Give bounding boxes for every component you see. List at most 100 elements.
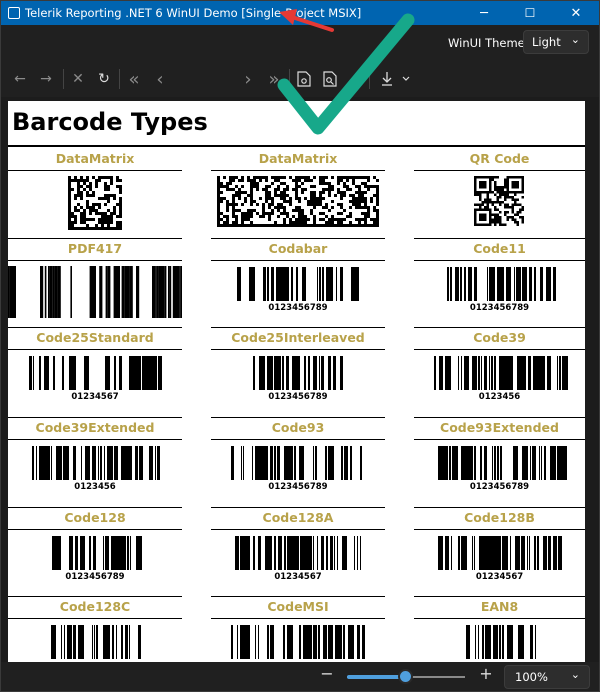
first-page-icon[interactable]: « — [123, 68, 145, 90]
barcode-graphic — [32, 446, 160, 480]
barcode-type-name: CodeMSI — [267, 599, 329, 614]
zoom-dropdown[interactable]: 100% ⌄ — [504, 665, 590, 689]
toolbar-divider — [289, 69, 290, 89]
barcode-type-name: PDF417 — [67, 241, 123, 256]
barcode-type-name: Code25Interleaved — [231, 330, 365, 345]
last-page-icon[interactable]: » — [263, 68, 285, 90]
refresh-icon[interactable]: ↻ — [93, 68, 115, 90]
barcode-caption: 0123456789 — [65, 572, 125, 582]
cell-divider — [414, 529, 585, 530]
cell-divider — [211, 170, 385, 171]
toolbar-divider — [63, 69, 64, 89]
cell-divider — [8, 507, 182, 508]
next-page-icon[interactable]: › — [237, 68, 259, 90]
page-setup-icon[interactable] — [319, 68, 341, 90]
cell-divider — [414, 507, 585, 508]
toolbar-divider — [369, 69, 370, 89]
barcode-type-name: QR Code — [469, 151, 530, 166]
report-page: Barcode Types DataMatrix DataMatrix QR Cod… — [8, 101, 585, 662]
window-title: Telerik Reporting .NET 6 WinUI Demo [Sin… — [25, 6, 362, 20]
title-bar[interactable]: Telerik Reporting .NET 6 WinUI Demo [Sin… — [1, 1, 599, 25]
barcode-graphic — [231, 625, 365, 659]
zoom-value: 100% — [515, 670, 548, 684]
barcode-type-name: Code11 — [473, 241, 526, 256]
cell-divider — [414, 260, 585, 261]
app-icon — [8, 7, 20, 19]
barcode-caption: 01234567 — [274, 572, 322, 582]
barcode-caption: 0123456789 — [469, 303, 530, 313]
cell-divider — [8, 170, 182, 171]
zoom-slider-thumb[interactable] — [398, 669, 413, 684]
cell-divider — [211, 439, 385, 440]
cell-divider — [414, 618, 585, 619]
barcode-type-name: Code128A — [262, 510, 334, 525]
barcode-caption: 0123456789 — [469, 482, 530, 492]
cell-divider — [211, 529, 385, 530]
barcode-graphic — [438, 446, 567, 480]
cell-divider — [211, 596, 385, 597]
barcode-graphic — [68, 176, 122, 230]
toolbar-divider — [119, 69, 120, 89]
barcode-graphic — [434, 356, 568, 390]
barcode-graphic — [231, 446, 362, 480]
barcode-type-name: DataMatrix — [55, 151, 135, 166]
cell-divider — [211, 417, 385, 418]
print-preview-icon[interactable] — [293, 68, 315, 90]
chevron-down-icon: ⌄ — [570, 668, 580, 681]
barcode-type-name: Code39 — [473, 330, 526, 345]
barcode-caption: 0123456789 — [268, 303, 328, 313]
barcode-type-name: Code128C — [59, 599, 131, 614]
barcode-graphic — [474, 176, 524, 226]
barcode-type-name: Code128 — [64, 510, 126, 525]
barcode-type-name: Codabar — [268, 241, 328, 256]
barcode-type-name: Code93 — [271, 420, 325, 435]
cell-divider — [414, 349, 585, 350]
cell-divider — [8, 349, 182, 350]
export-icon[interactable] — [377, 68, 415, 90]
zoom-out-button[interactable]: − — [318, 664, 336, 683]
previous-page-icon[interactable]: ‹ — [149, 68, 171, 90]
chevron-down-icon: ⌄ — [570, 33, 580, 46]
cell-divider — [8, 596, 182, 597]
report-viewport[interactable]: Barcode Types DataMatrix DataMatrix QR Cod… — [1, 97, 599, 662]
cell-divider — [414, 596, 585, 597]
barcode-type-name: Code25Standard — [36, 330, 154, 345]
maximize-button[interactable]: ☐ — [507, 1, 553, 25]
barcode-type-name: Code39Extended — [35, 420, 155, 435]
cell-divider — [414, 170, 585, 171]
cell-divider — [8, 417, 182, 418]
app-bar: WinUI Theme Light ⌄ — [1, 25, 599, 61]
report-toolbar: ← → ✕ ↻ « ‹ 1 / 1 › » — [1, 61, 599, 149]
zoom-in-button[interactable]: + — [477, 664, 495, 683]
cell-divider — [211, 349, 385, 350]
cell-divider — [414, 439, 585, 440]
cell-divider — [8, 238, 182, 239]
cell-divider — [414, 417, 585, 418]
cell-divider — [211, 327, 385, 328]
barcode-graphic — [51, 625, 141, 659]
barcode-type-name: Code93Extended — [440, 420, 559, 435]
minimize-button[interactable]: ─ — [461, 1, 507, 25]
barcode-caption: 0123456 — [74, 482, 116, 492]
barcode-caption: 0123456789 — [268, 482, 328, 492]
barcode-graphic — [8, 266, 182, 318]
cell-divider — [8, 618, 182, 619]
app-window: Telerik Reporting .NET 6 WinUI Demo [Sin… — [0, 0, 600, 692]
barcode-graphic — [447, 267, 556, 301]
report-title: Barcode Types — [12, 108, 208, 136]
back-arrow-icon[interactable]: ← — [9, 68, 31, 90]
forward-arrow-icon[interactable]: → — [35, 68, 57, 90]
barcode-graphic — [235, 536, 361, 570]
cell-divider — [211, 618, 385, 619]
cell-divider — [211, 260, 385, 261]
cell-divider — [8, 327, 182, 328]
cell-divider — [8, 439, 182, 440]
barcode-type-name: EAN8 — [480, 599, 519, 614]
barcode-type-name: Code128B — [464, 510, 535, 525]
cell-divider — [211, 238, 385, 239]
barcode-graphic — [29, 356, 162, 390]
theme-dropdown[interactable]: Light ⌄ — [523, 30, 589, 54]
close-button[interactable]: ✕ — [553, 1, 599, 25]
stop-icon[interactable]: ✕ — [67, 68, 89, 90]
theme-label: WinUI Theme — [448, 36, 525, 50]
